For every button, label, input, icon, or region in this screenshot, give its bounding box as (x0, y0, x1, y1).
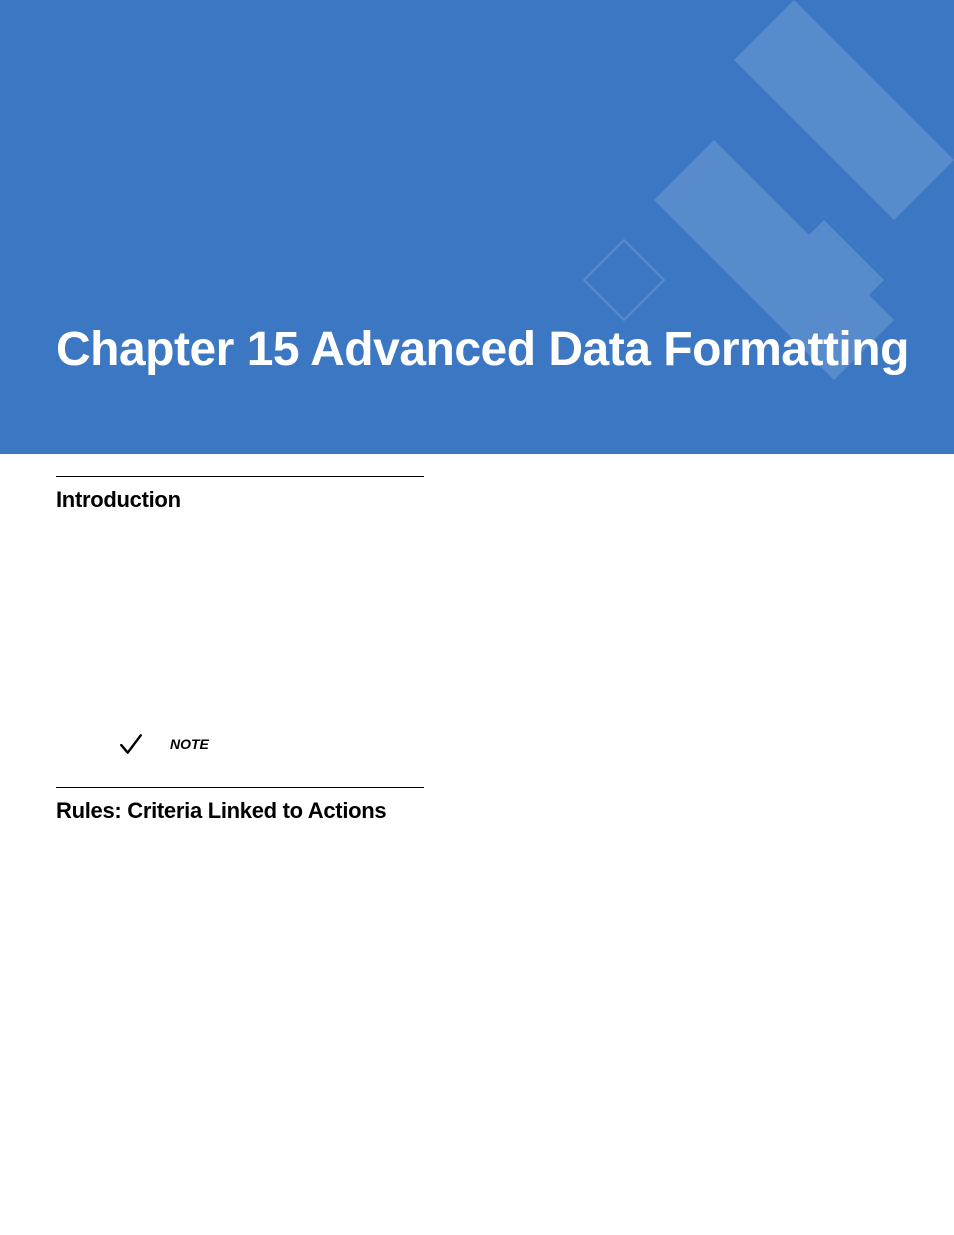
section-divider (56, 787, 424, 788)
section-heading-introduction: Introduction (56, 487, 898, 513)
note-callout: NOTE (118, 731, 898, 757)
note-label: NOTE (170, 736, 209, 752)
section-divider (56, 476, 424, 477)
section-introduction: Introduction (56, 476, 898, 513)
section-rules: Rules: Criteria Linked to Actions (56, 787, 898, 824)
decorative-graphic (454, 0, 954, 454)
checkmark-icon (118, 731, 144, 757)
section-heading-rules: Rules: Criteria Linked to Actions (56, 798, 898, 824)
chapter-header-banner: Chapter 15 Advanced Data Formatting (0, 0, 954, 454)
page-content: Introduction NOTE Rules: Criteria Linked… (0, 454, 954, 824)
chapter-title: Chapter 15 Advanced Data Formatting (56, 322, 909, 377)
